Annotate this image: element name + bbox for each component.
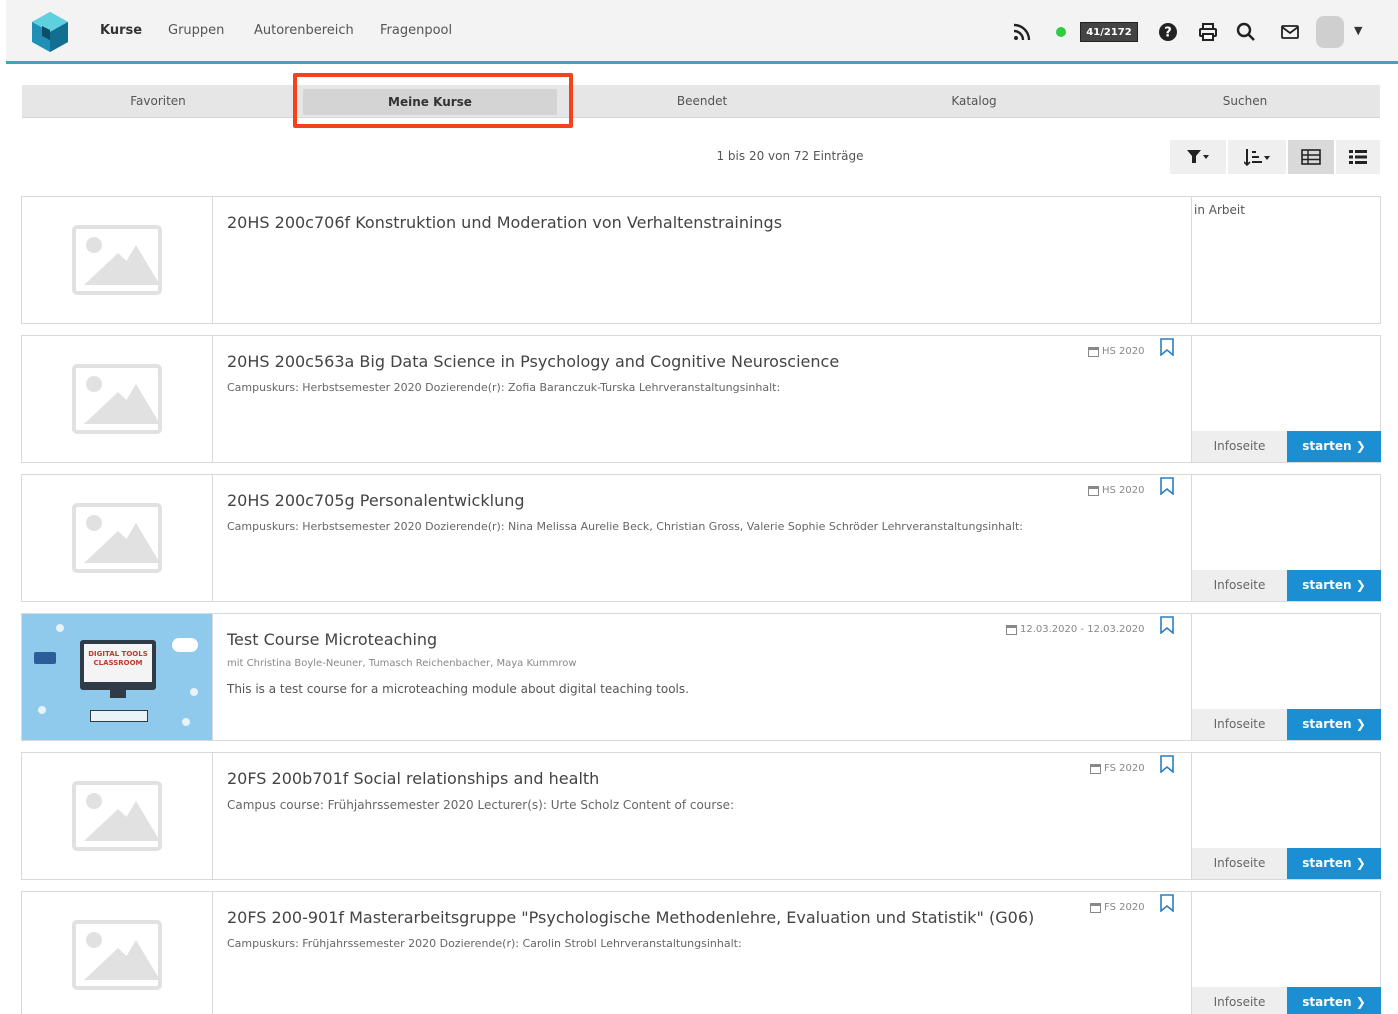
rss-icon[interactable]	[1008, 18, 1036, 46]
tab-beendet[interactable]: Beendet	[566, 85, 838, 118]
course-description: This is a test course for a microteachin…	[227, 682, 689, 696]
course-thumbnail[interactable]: DIGITAL TOOLS CLASSROOM	[22, 614, 213, 740]
filter-button[interactable]	[1170, 140, 1226, 174]
list-view-icon	[1349, 150, 1367, 164]
course-row[interactable]: 20HS 200c705g Personalentwicklung Campus…	[21, 474, 1381, 602]
chevron-right-icon: ❯	[1355, 439, 1366, 453]
digital-classroom-illustration: DIGITAL TOOLS CLASSROOM	[22, 614, 212, 740]
chevron-down-icon[interactable]: ▼	[1354, 24, 1362, 37]
course-description: Campuskurs: Herbstsemester 2020 Dozieren…	[227, 381, 781, 394]
tab-suchen[interactable]: Suchen	[1110, 85, 1380, 118]
calendar-icon	[1006, 624, 1017, 635]
course-thumbnail[interactable]	[22, 475, 213, 601]
course-description: Campus course: Frühjahrssemester 2020 Le…	[227, 798, 735, 812]
course-actions: Infoseite starten ❯	[1191, 336, 1381, 462]
course-title[interactable]: Test Course Microteaching	[227, 630, 437, 649]
course-actions: Infoseite starten ❯	[1191, 614, 1381, 740]
sort-icon	[1244, 149, 1270, 166]
course-row[interactable]: 20FS 200b701f Social relationships and h…	[21, 752, 1381, 880]
course-semester: HS 2020	[1088, 346, 1145, 357]
nav-autorenbereich[interactable]: Autorenbereich	[254, 23, 354, 38]
start-button[interactable]: starten ❯	[1287, 431, 1381, 462]
course-row[interactable]: 20HS 200c563a Big Data Science in Psycho…	[21, 335, 1381, 463]
help-icon[interactable]: ?	[1154, 18, 1182, 46]
table-view-icon	[1301, 149, 1321, 165]
avatar[interactable]	[1316, 16, 1344, 48]
bookmark-icon[interactable]	[1160, 755, 1174, 773]
image-placeholder-icon	[72, 920, 162, 990]
start-button[interactable]: starten ❯	[1287, 987, 1381, 1014]
list-view-button[interactable]	[1336, 140, 1380, 174]
course-actions: Infoseite starten ❯	[1191, 753, 1381, 879]
course-title[interactable]: 20HS 200c706f Konstruktion und Moderatio…	[227, 213, 782, 232]
chevron-right-icon: ❯	[1355, 995, 1366, 1009]
filter-icon	[1187, 150, 1209, 163]
course-tabs: Favoriten Meine Kurse Beendet Katalog Su…	[22, 85, 1380, 118]
search-icon[interactable]	[1232, 18, 1260, 46]
highlight-annotation	[293, 73, 573, 128]
calendar-icon	[1088, 346, 1099, 357]
image-placeholder-icon	[72, 364, 162, 434]
course-authors: mit Christina Boyle-Neuner, Tumasch Reic…	[227, 658, 577, 669]
course-row[interactable]: DIGITAL TOOLS CLASSROOM Test Course Micr…	[21, 613, 1381, 741]
course-row[interactable]: 20FS 200-901f Masterarbeitsgruppe "Psych…	[21, 891, 1381, 1014]
infoseite-button[interactable]: Infoseite	[1192, 431, 1287, 462]
start-button[interactable]: starten ❯	[1287, 709, 1381, 740]
calendar-icon	[1090, 902, 1101, 913]
course-title[interactable]: 20FS 200-901f Masterarbeitsgruppe "Psych…	[227, 908, 1034, 927]
online-status-dot	[1056, 27, 1066, 37]
app-logo-icon[interactable]	[28, 10, 72, 54]
print-icon[interactable]	[1194, 18, 1222, 46]
infoseite-button[interactable]: Infoseite	[1192, 709, 1287, 740]
calendar-icon	[1090, 763, 1101, 774]
course-thumbnail[interactable]	[22, 753, 213, 879]
bookmark-icon[interactable]	[1160, 338, 1174, 356]
chevron-right-icon: ❯	[1355, 717, 1366, 731]
image-placeholder-icon	[72, 503, 162, 573]
top-navbar: Kurse Gruppen Autorenbereich Fragenpool	[6, 0, 1398, 64]
course-actions: Infoseite starten ❯	[1191, 475, 1381, 601]
sort-button[interactable]	[1228, 140, 1286, 174]
nav-kurse[interactable]: Kurse	[100, 23, 142, 38]
paging-info: 1 bis 20 von 72 Einträge	[716, 149, 864, 163]
start-button[interactable]: starten ❯	[1287, 848, 1381, 879]
infoseite-button[interactable]: Infoseite	[1192, 570, 1287, 601]
image-placeholder-icon	[72, 781, 162, 851]
svg-text:?: ?	[1164, 26, 1172, 41]
thumbnail-screen-text: DIGITAL TOOLS CLASSROOM	[84, 644, 152, 682]
course-actions: in Arbeit	[1191, 197, 1380, 323]
nav-fragenpool[interactable]: Fragenpool	[380, 23, 452, 38]
course-semester: FS 2020	[1090, 902, 1145, 913]
infoseite-button[interactable]: Infoseite	[1192, 848, 1287, 879]
infoseite-button[interactable]: Infoseite	[1192, 987, 1287, 1014]
course-dates: 12.03.2020 - 12.03.2020	[1006, 624, 1144, 635]
course-row[interactable]: 20HS 200c706f Konstruktion und Moderatio…	[21, 196, 1381, 324]
course-title[interactable]: 20HS 200c705g Personalentwicklung	[227, 491, 525, 510]
course-title[interactable]: 20HS 200c563a Big Data Science in Psycho…	[227, 352, 839, 371]
course-status: in Arbeit	[1194, 203, 1245, 217]
course-thumbnail[interactable]	[22, 892, 213, 1014]
course-actions: Infoseite starten ❯	[1191, 892, 1381, 1014]
mail-icon[interactable]	[1276, 18, 1304, 46]
bookmark-icon[interactable]	[1160, 616, 1174, 634]
course-semester: FS 2020	[1090, 763, 1145, 774]
online-counter-badge[interactable]: 41/2172	[1080, 22, 1138, 42]
course-description: Campuskurs: Herbstsemester 2020 Dozieren…	[227, 520, 1023, 533]
calendar-icon	[1088, 485, 1099, 496]
image-placeholder-icon	[72, 225, 162, 295]
course-thumbnail[interactable]	[22, 336, 213, 462]
tab-katalog[interactable]: Katalog	[838, 85, 1110, 118]
course-description: Campuskurs: Frühjahrssemester 2020 Dozie…	[227, 937, 742, 950]
chevron-right-icon: ❯	[1355, 856, 1366, 870]
bookmark-icon[interactable]	[1160, 477, 1174, 495]
bookmark-icon[interactable]	[1160, 894, 1174, 912]
chevron-right-icon: ❯	[1355, 578, 1366, 592]
table-view-button[interactable]	[1288, 140, 1334, 174]
course-thumbnail[interactable]	[22, 197, 213, 323]
start-button[interactable]: starten ❯	[1287, 570, 1381, 601]
tab-favoriten[interactable]: Favoriten	[22, 85, 294, 118]
nav-gruppen[interactable]: Gruppen	[168, 23, 224, 38]
course-title[interactable]: 20FS 200b701f Social relationships and h…	[227, 769, 599, 788]
course-semester: HS 2020	[1088, 485, 1145, 496]
